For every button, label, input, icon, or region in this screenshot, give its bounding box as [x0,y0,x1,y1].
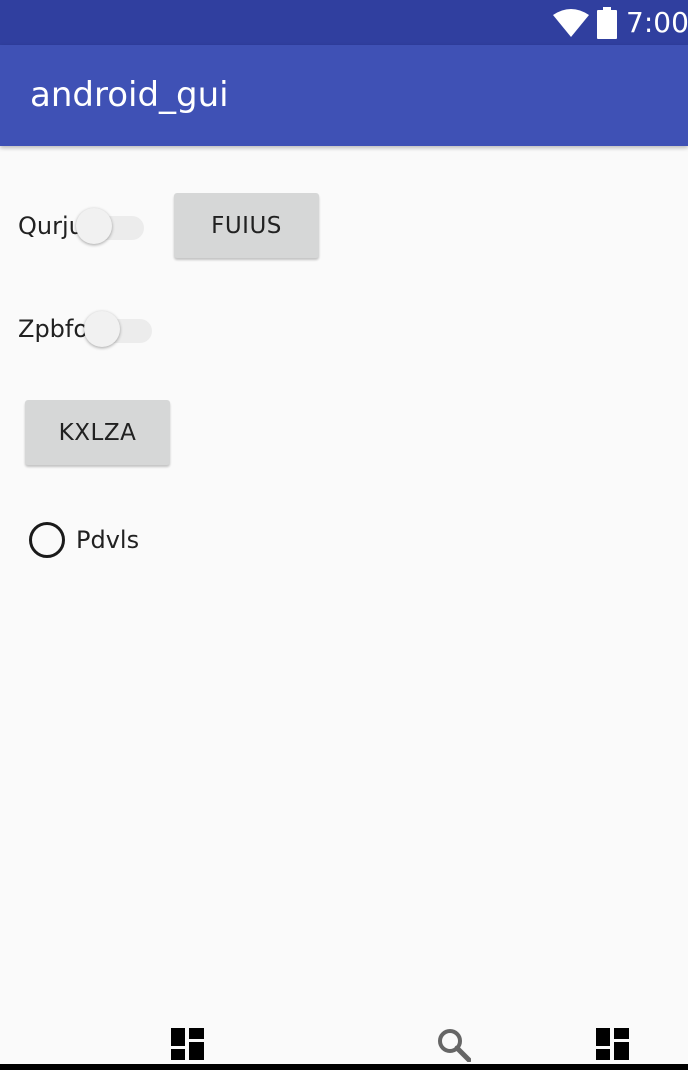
switch-qurju[interactable] [76,204,146,244]
dashboard-icon[interactable] [596,1028,629,1060]
nav-bar-line [0,1064,688,1070]
switch-thumb [84,311,120,347]
dashboard-icon[interactable] [171,1028,204,1060]
radio-pdvls[interactable] [29,522,65,558]
app-bar: android_gui [0,45,688,146]
switch-thumb [76,208,112,244]
search-icon[interactable] [437,1028,471,1062]
fuius-button[interactable]: FUIUS [174,193,319,258]
status-time: 7:00 [626,6,688,39]
battery-icon [597,7,617,39]
status-bar: 7:00 [0,0,688,45]
switch-zpbfo-label: Zpbfo [18,315,89,343]
app-title: android_gui [30,75,229,115]
radio-pdvls-label[interactable]: Pdvls [76,525,139,555]
kxlza-button[interactable]: KXLZA [25,400,170,465]
nav-bar [0,1010,688,1070]
switch-qurju-label: Qurju [18,212,84,240]
switch-zpbfo[interactable] [84,307,154,347]
wifi-icon [553,9,589,37]
